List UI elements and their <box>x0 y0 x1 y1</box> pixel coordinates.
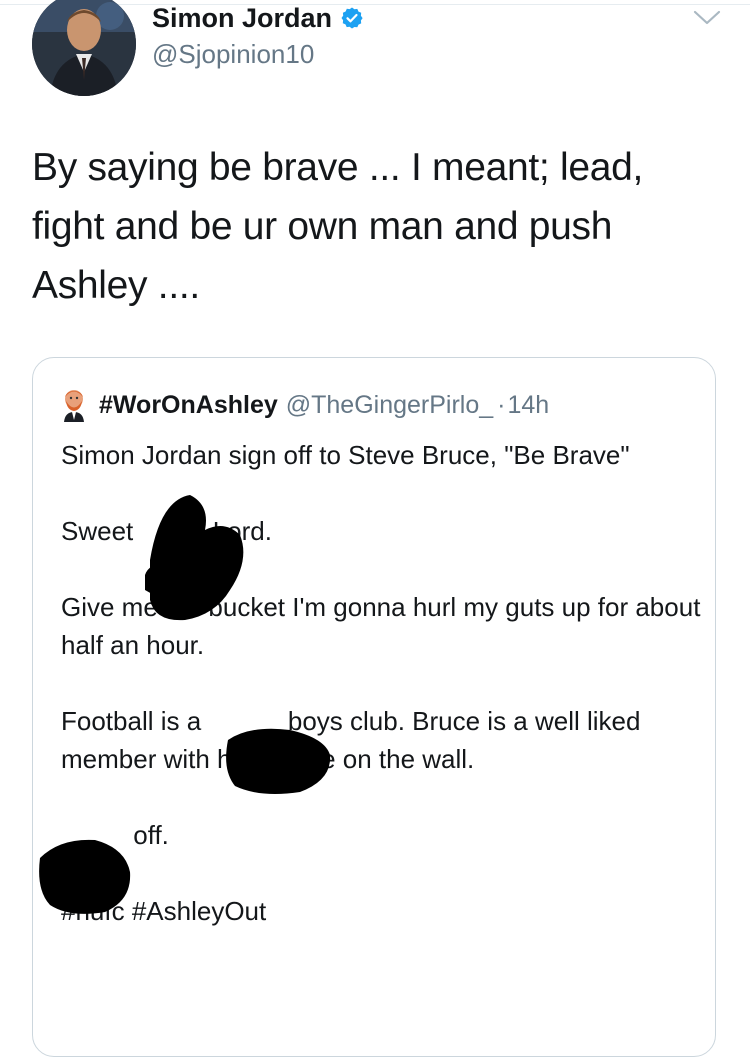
redaction-scribbles <box>39 495 331 914</box>
redaction-scribble <box>150 495 244 621</box>
redaction-scribble <box>226 728 331 794</box>
redaction-scribble <box>39 839 131 914</box>
redaction-scribble <box>145 563 180 597</box>
